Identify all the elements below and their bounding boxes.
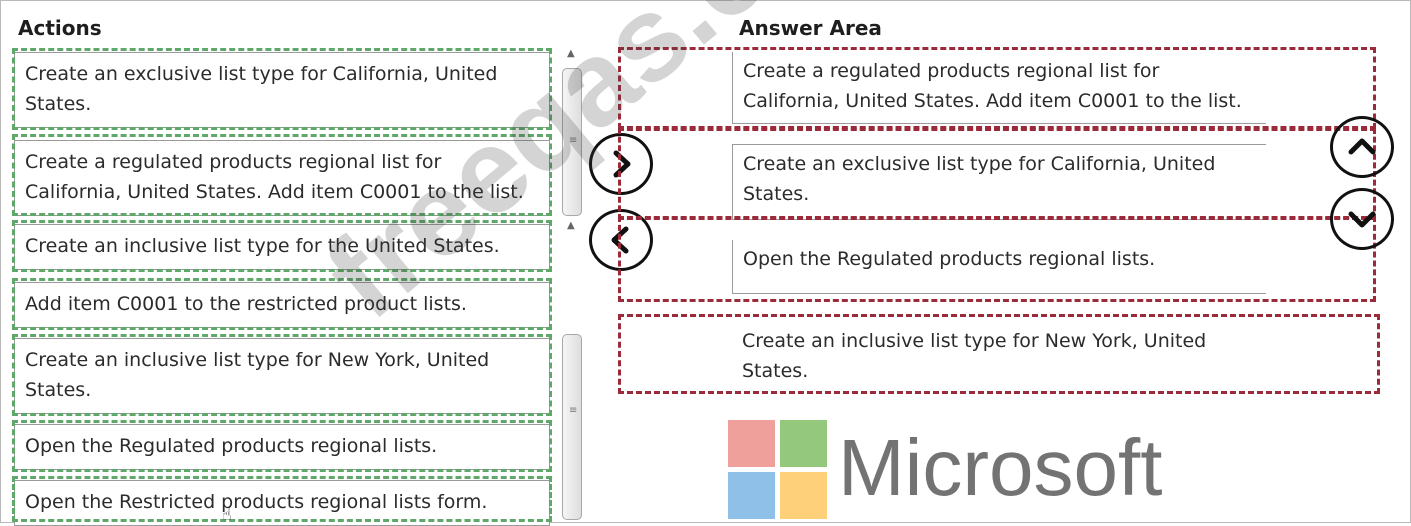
scroll-up-icon[interactable]: ▲ [567,220,575,231]
hand-cursor-icon: ☝ [222,505,232,524]
chevron-down-icon [1348,211,1376,228]
logo-square [780,420,827,467]
actions-heading: Actions [18,16,102,40]
actions-scrollbar[interactable]: ▲ ≡ ▲ ≡ [560,48,584,520]
answer-item[interactable]: Open the Regulated products regional lis… [732,240,1266,294]
action-item[interactable]: Open the Restricted products regional li… [14,480,550,526]
scroll-thumb[interactable]: ≡ [562,68,582,216]
move-up-button[interactable] [1330,116,1394,178]
answer-item[interactable]: Create a regulated products regional lis… [732,52,1266,124]
grip-icon: ≡ [569,135,578,146]
action-item[interactable]: Create an exclusive list type for Califo… [14,52,550,128]
grip-icon: ≡ [569,405,578,416]
microsoft-wordmark: Microsoft [838,423,1163,512]
action-item[interactable]: Create an inclusive list type for New Yo… [14,338,550,414]
logo-square [728,472,775,519]
move-down-button[interactable] [1330,188,1394,250]
chevron-up-icon [1348,138,1376,155]
answer-item[interactable]: Create an inclusive list type for New Yo… [732,322,1266,392]
move-left-button[interactable] [589,209,653,271]
action-item[interactable]: Create a regulated products regional lis… [14,140,550,216]
logo-square [780,472,827,519]
chevron-left-icon [611,226,629,254]
answer-item[interactable]: Create an exclusive list type for Califo… [732,144,1266,220]
scroll-thumb[interactable]: ≡ [562,334,582,520]
move-right-button[interactable] [589,133,653,195]
answer-area-heading: Answer Area [739,16,882,40]
action-item[interactable]: Open the Regulated products regional lis… [14,424,550,470]
chevron-right-icon [613,150,631,178]
logo-square [728,420,775,467]
action-item[interactable]: Create an inclusive list type for the Un… [14,224,550,270]
scroll-up-icon[interactable]: ▲ [567,48,575,59]
action-item[interactable]: Add item C0001 to the restricted product… [14,282,550,328]
